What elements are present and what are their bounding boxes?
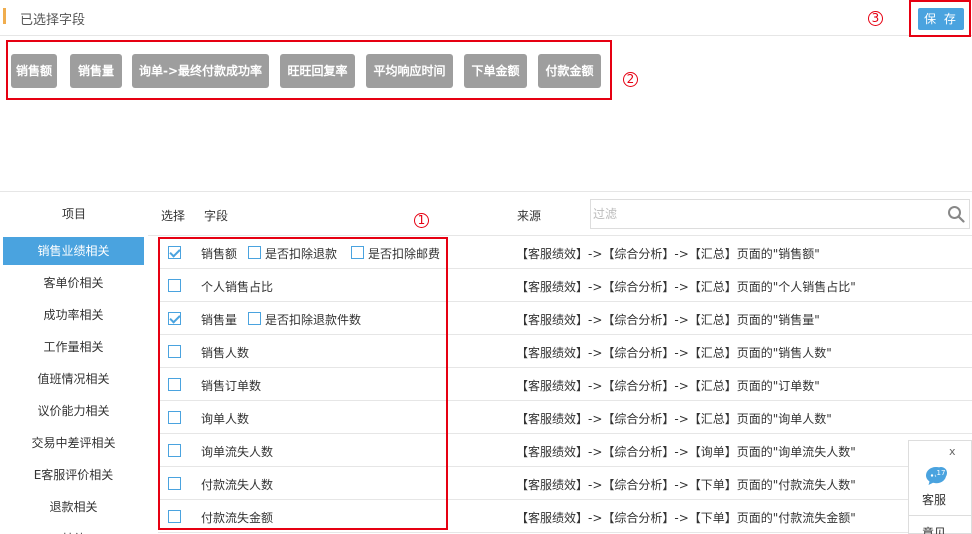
- chip-order-amount[interactable]: 下单金额: [464, 54, 527, 88]
- selected-fields-header: 已选择字段: [0, 0, 972, 36]
- row-select-checkbox[interactable]: [168, 411, 181, 424]
- field-source: 【客服绩效】->【综合分析】->【汇总】页面的"个人销售占比": [516, 280, 856, 294]
- annotation-1: 1: [414, 213, 429, 228]
- customer-service-panel: x 17 客服 意见: [908, 440, 972, 534]
- chip-avg-response-time[interactable]: 平均响应时间: [366, 54, 453, 88]
- unread-badge: 17: [935, 467, 947, 479]
- category-nav: 项目 销售业绩相关 客单价相关 成功率相关 工作量相关 值班情况相关 议价能力相…: [0, 192, 148, 534]
- deduct-refund-items-label: 是否扣除退款件数: [265, 313, 362, 327]
- selected-chips-area: 销售额 销售量 询单->最终付款成功率 旺旺回复率 平均响应时间 下单金额 付款…: [6, 40, 612, 100]
- col-source: 来源: [517, 209, 542, 223]
- deduct-refund-checkbox[interactable]: [248, 246, 261, 259]
- category-other[interactable]: 其他: [3, 525, 144, 534]
- deduct-shipping-label: 是否扣除邮费: [368, 247, 441, 261]
- deduct-refund-label: 是否扣除退款: [265, 247, 338, 261]
- field-source: 【客服绩效】->【综合分析】->【汇总】页面的"销售额": [516, 247, 820, 261]
- row-select-checkbox[interactable]: [168, 444, 181, 457]
- chip-payment-amount[interactable]: 付款金额: [538, 54, 601, 88]
- row-select-checkbox[interactable]: [168, 246, 181, 259]
- title-accent-bar: [3, 8, 6, 24]
- table-row: 付款流失金额 【客服绩效】->【综合分析】->【下单】页面的"付款流失金额": [158, 500, 972, 533]
- col-select: 选择: [161, 209, 186, 223]
- field-source: 【客服绩效】->【综合分析】->【汇总】页面的"订单数": [516, 379, 820, 393]
- table-row: 销售额 是否扣除退款 是否扣除邮费 【客服绩效】->【综合分析】->【汇总】页面…: [158, 236, 972, 269]
- chip-sales-amount[interactable]: 销售额: [11, 54, 57, 88]
- table-row: 销售订单数 【客服绩效】->【综合分析】->【汇总】页面的"订单数": [158, 368, 972, 401]
- row-select-checkbox[interactable]: [168, 378, 181, 391]
- row-select-checkbox[interactable]: [168, 345, 181, 358]
- table-row: 询单人数 【客服绩效】->【综合分析】->【汇总】页面的"询单人数": [158, 401, 972, 434]
- field-source: 【客服绩效】->【综合分析】->【下单】页面的"付款流失金额": [516, 511, 856, 525]
- field-name: 付款流失人数: [201, 478, 274, 492]
- field-source: 【客服绩效】->【综合分析】->【询单】页面的"询单流失人数": [516, 445, 856, 459]
- field-source: 【客服绩效】->【综合分析】->【汇总】页面的"询单人数": [516, 412, 832, 426]
- filter-input[interactable]: [591, 200, 931, 228]
- row-select-checkbox[interactable]: [168, 312, 181, 325]
- category-duty-status[interactable]: 值班情况相关: [3, 365, 144, 393]
- col-field: 字段: [204, 209, 229, 223]
- filter-box: [590, 199, 970, 229]
- category-refunds[interactable]: 退款相关: [3, 493, 144, 521]
- table-row: 销售人数 【客服绩效】->【综合分析】->【汇总】页面的"销售人数": [158, 335, 972, 368]
- close-icon[interactable]: x: [949, 445, 956, 458]
- category-sales-performance[interactable]: 销售业绩相关: [3, 237, 144, 265]
- field-source: 【客服绩效】->【综合分析】->【汇总】页面的"销售量": [516, 313, 820, 327]
- field-name: 询单流失人数: [201, 445, 274, 459]
- field-name: 销售量: [201, 313, 238, 327]
- category-e-service-rating[interactable]: E客服评价相关: [3, 461, 144, 489]
- page-title: 已选择字段: [20, 13, 86, 28]
- search-icon[interactable]: [947, 205, 965, 223]
- category-workload[interactable]: 工作量相关: [3, 333, 144, 361]
- field-name: 付款流失金额: [201, 511, 274, 525]
- table-row: 付款流失人数 【客服绩效】->【综合分析】->【下单】页面的"付款流失人数": [158, 467, 972, 500]
- row-select-checkbox[interactable]: [168, 477, 181, 490]
- field-source: 【客服绩效】->【综合分析】->【汇总】页面的"销售人数": [516, 346, 832, 360]
- field-name: 销售订单数: [201, 379, 262, 393]
- row-select-checkbox[interactable]: [168, 510, 181, 523]
- field-name: 询单人数: [201, 412, 250, 426]
- field-name: 销售额: [201, 247, 238, 261]
- field-source: 【客服绩效】->【综合分析】->【下单】页面的"付款流失人数": [516, 478, 856, 492]
- category-bargaining[interactable]: 议价能力相关: [3, 397, 144, 425]
- chip-sales-volume[interactable]: 销售量: [70, 54, 122, 88]
- deduct-refund-items-checkbox[interactable]: [248, 312, 261, 325]
- category-unit-price[interactable]: 客单价相关: [3, 269, 144, 297]
- chip-inquiry-conversion[interactable]: 询单->最终付款成功率: [132, 54, 269, 88]
- save-button[interactable]: 保 存: [918, 8, 964, 30]
- row-select-checkbox[interactable]: [168, 279, 181, 292]
- annotation-2: 2: [623, 72, 638, 87]
- table-row: 个人销售占比 【客服绩效】->【综合分析】->【汇总】页面的"个人销售占比": [158, 269, 972, 302]
- deduct-shipping-checkbox[interactable]: [351, 246, 364, 259]
- feedback-label[interactable]: 意见: [922, 524, 946, 534]
- annotation-3: 3: [868, 11, 883, 26]
- panel-separator: [909, 515, 972, 516]
- save-highlight-box: 保 存: [909, 0, 971, 37]
- chip-wangwang-reply-rate[interactable]: 旺旺回复率: [280, 54, 355, 88]
- category-success-rate[interactable]: 成功率相关: [3, 301, 144, 329]
- category-negative-reviews[interactable]: 交易中差评相关: [3, 429, 144, 457]
- customer-service-label[interactable]: 客服: [922, 491, 946, 508]
- category-header: 项目: [61, 207, 86, 221]
- table-row: 销售量 是否扣除退款件数 【客服绩效】->【综合分析】->【汇总】页面的"销售量…: [158, 302, 972, 335]
- table-row: 询单流失人数 【客服绩效】->【综合分析】->【询单】页面的"询单流失人数": [158, 434, 972, 467]
- field-name: 个人销售占比: [201, 280, 274, 294]
- field-name: 销售人数: [201, 346, 250, 360]
